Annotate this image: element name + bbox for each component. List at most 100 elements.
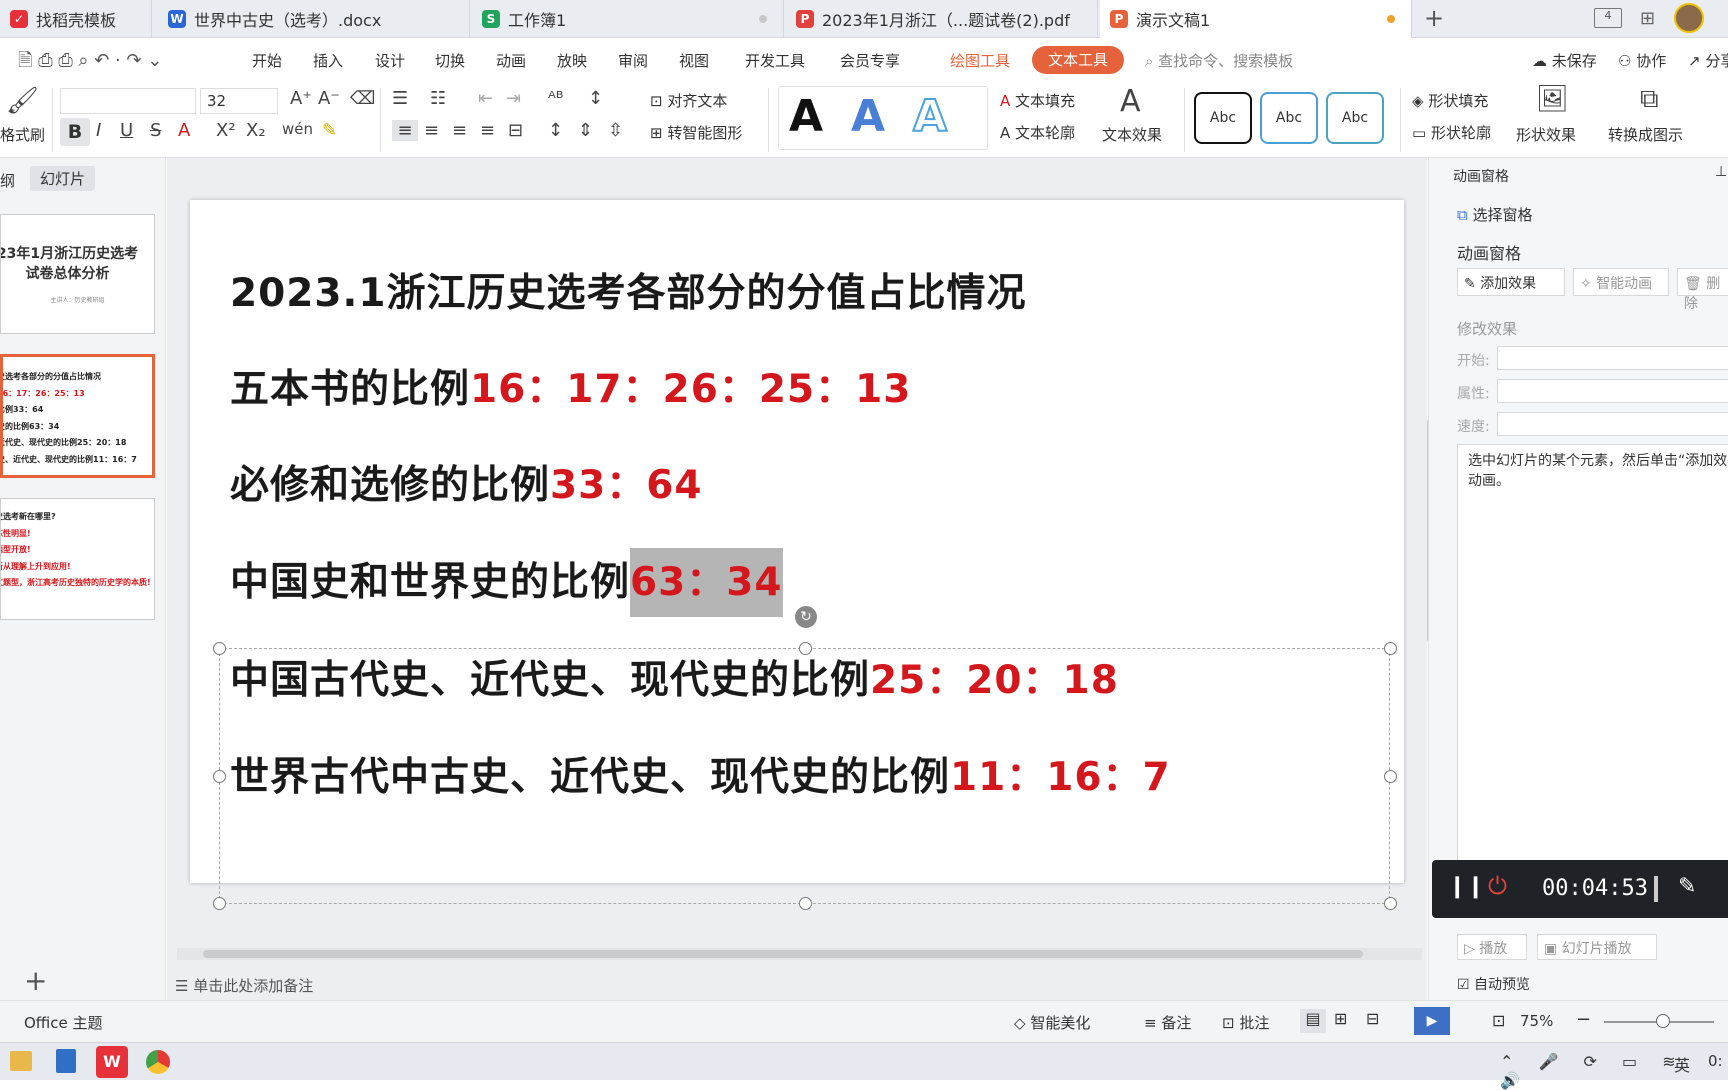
comment-button[interactable]: ⊡ 批注 [1222,1012,1269,1033]
slide-row[interactable]: 必修和选修的比例33：64 [230,454,703,510]
wordart-gallery[interactable]: A A A [778,86,988,150]
resize-handle[interactable] [213,642,226,655]
tab-pdf[interactable]: P 2023年1月浙江（...题试卷(2).pdf [786,0,1098,38]
slide-thumbnail-1[interactable]: 23年1月浙江历史选考 试卷总体分析 主讲人：历史教研组 [0,214,155,334]
pane-header[interactable]: 动画窗格 [1453,166,1509,186]
pause-icon[interactable]: ❙❙ [1448,874,1485,899]
stop-power-icon[interactable]: ⏻ [1488,872,1507,900]
text-effect-icon[interactable]: A [1120,84,1141,119]
play-slideshow-button[interactable]: ▶ [1414,1007,1450,1035]
search-input[interactable]: ⌕ 查找命令、搜索模板 [1145,50,1293,71]
slideshow-button[interactable]: ▣ 幻灯片播放 [1537,934,1657,960]
bullets-icon[interactable]: ☰ [392,88,408,109]
tab-presentation[interactable]: P 演示文稿1 [1100,0,1412,38]
menu-insert[interactable]: 插入 [313,50,343,71]
add-effect-button[interactable]: ✎ 添加效果 [1457,268,1565,296]
resize-handle[interactable] [799,642,812,655]
wordart-style-blue[interactable]: A [851,91,885,142]
para-settings-icon[interactable]: ⇳ [608,120,623,141]
slide-row[interactable]: 中国史和世界史的比例63：34 [230,548,783,617]
text-effect-button[interactable]: 文本效果 [1102,124,1162,145]
convert-diagram-icon[interactable]: ⧉ [1640,84,1659,115]
zoom-slider-thumb[interactable] [1656,1014,1670,1028]
phonetic-icon[interactable]: wén [282,120,313,138]
shape-effect-icon[interactable]: 🖼 [1536,84,1569,114]
play-button[interactable]: ▷ 播放 [1457,934,1527,960]
new-tab-icon[interactable]: + [1424,4,1444,32]
resize-handle[interactable] [1384,770,1397,783]
chrome-icon[interactable] [146,1050,170,1074]
tab-daoke[interactable]: ✓ 找稻壳模板 [0,0,152,38]
font-size-decrease-icon[interactable]: A⁻ [318,88,340,109]
menu-review[interactable]: 审阅 [618,50,648,71]
window-layout-icon[interactable]: 4 [1594,8,1622,28]
resize-handle[interactable] [1384,897,1397,910]
horizontal-scrollbar[interactable] [177,948,1422,960]
scrollbar-thumb[interactable] [203,950,1363,958]
user-avatar[interactable] [1674,3,1704,33]
menu-view[interactable]: 视图 [679,50,709,71]
format-painter-icon[interactable]: 🖌 [6,86,39,116]
property-select[interactable] [1497,379,1728,403]
tab-outline[interactable]: 纲 [0,170,15,191]
menu-design[interactable]: 设计 [375,50,405,71]
menu-text-tools[interactable]: 文本工具 [1032,46,1124,74]
app-icon[interactable] [56,1049,76,1073]
resize-handle[interactable] [1384,642,1397,655]
fit-window-icon[interactable]: ⊡ [1492,1011,1505,1030]
reading-view-icon[interactable]: ⊟ [1366,1009,1379,1028]
auto-preview-checkbox[interactable]: ☑ 自动预览 [1457,974,1530,994]
slide-title[interactable]: 2023.1浙江历史选考各部分的分值占比情况 [230,262,1027,318]
distribute-icon[interactable]: ⊟ [508,120,523,141]
smart-animation-button[interactable]: ✧ 智能动画 [1573,268,1669,296]
quick-access-icons[interactable]: 🗎 ⎙ ⎙ ⌕ ↶ · ↷ ⌄ [18,48,162,78]
start-select[interactable] [1497,346,1728,370]
rotate-handle-icon[interactable]: ↻ [795,606,817,628]
animation-list[interactable]: 选中幻灯片的某个元素，然后单击“添加效果”添加动画。 [1457,444,1728,864]
align-right-icon[interactable]: ≡ [452,120,467,141]
shape-style-3[interactable]: Abc [1326,92,1384,144]
notes-area[interactable]: ☰ 单击此处添加备注 [167,970,1425,1000]
theme-label[interactable]: Office 主题 [24,1012,103,1033]
resize-handle[interactable] [799,897,812,910]
delete-button[interactable]: 🗑 删除 [1677,268,1728,312]
indent-icon[interactable]: ⇥ [506,88,521,109]
tab-spreadsheet[interactable]: S 工作簿1 [472,0,784,38]
font-name-select[interactable] [60,88,196,114]
text-direction-icon[interactable]: ᴬᴮ [548,88,564,109]
speed-select[interactable] [1497,412,1728,436]
menu-home[interactable]: 开始 [252,50,282,71]
wps-taskbar-icon[interactable]: W [96,1046,128,1078]
menu-animation[interactable]: 动画 [496,50,526,71]
strikethrough-button[interactable]: S [150,120,161,141]
menu-transition[interactable]: 切换 [435,50,465,71]
file-explorer-icon[interactable] [10,1051,32,1071]
menu-drawing-tools[interactable]: 绘图工具 [950,50,1010,71]
row-ratio-selected[interactable]: 63：34 [630,548,783,617]
wordart-style-outline[interactable]: A [912,90,948,143]
add-slide-button[interactable]: + [24,964,47,997]
slide-row[interactable]: 中国古代史、近代史、现代史的比例25：20：18 [230,649,1119,705]
shape-style-1[interactable]: Abc [1194,92,1252,144]
pin-icon[interactable]: ⊥ [1715,164,1727,180]
wordart-style-black[interactable]: A [789,91,823,142]
subscript-icon[interactable]: X₂ [246,120,266,141]
menu-slideshow[interactable]: 放映 [557,50,587,71]
tab-word-doc[interactable]: W 世界中古史（选考）.docx [158,0,470,38]
text-outline-button[interactable]: A 文本轮廓 [1000,122,1075,143]
resize-handle[interactable] [213,770,226,783]
highlight-icon[interactable]: ✎ [322,120,337,141]
menu-developer[interactable]: 开发工具 [745,50,805,71]
sort-icon[interactable]: ↕ [588,88,603,109]
line-spacing-icon[interactable]: ↕ [548,120,563,141]
ime-indicator[interactable]: 英 [1674,1052,1690,1076]
slide-row[interactable]: 世界古代中古史、近代史、现代史的比例11：16：7 [230,746,1171,802]
superscript-icon[interactable]: X² [216,120,236,141]
tray-icons[interactable]: ⌃ 🎤 ⟳ ▭ ≋ 🔊 [1500,1052,1728,1090]
underline-button[interactable]: U [120,120,133,141]
resize-handle[interactable] [213,897,226,910]
beautify-button[interactable]: ◇ 智能美化 [1014,1012,1090,1033]
align-left-icon[interactable]: ≡ [392,120,418,141]
slide-row[interactable]: 五本书的比例16：17：26：25：13 [230,358,911,414]
slide-thumbnail-2-selected[interactable]: 史选考各部分的分值占比情况 16：17：26：25：13 比例33：64 史的比… [0,354,155,478]
